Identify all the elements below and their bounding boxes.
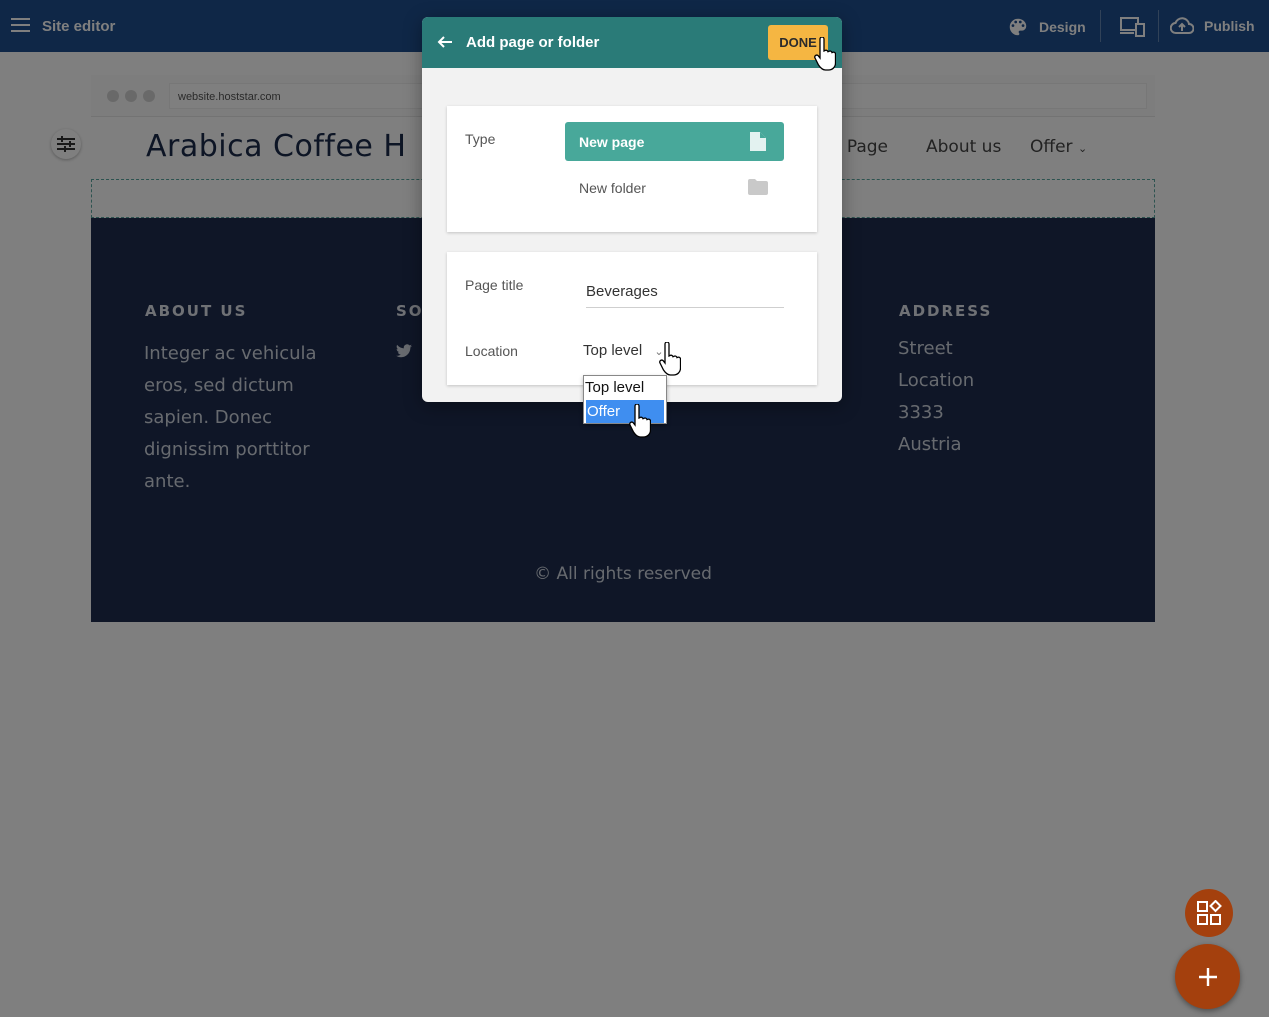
- widgets-icon: [1197, 900, 1222, 925]
- page-title-label: Page title: [465, 277, 524, 293]
- details-card: Page title Location Top level ⌄: [447, 252, 817, 385]
- new-page-option[interactable]: New page: [565, 122, 784, 161]
- hand-cursor-icon: [629, 404, 651, 438]
- folder-icon: [748, 179, 768, 195]
- back-arrow-icon[interactable]: [436, 33, 454, 51]
- hand-cursor-icon: [814, 37, 836, 71]
- plus-icon: [1198, 967, 1217, 986]
- type-label: Type: [465, 131, 496, 147]
- dialog-title: Add page or folder: [466, 34, 600, 51]
- location-dropdown-list: Top level Offer: [583, 375, 667, 424]
- dialog-header: Add page or folder DONE: [422, 17, 842, 68]
- new-folder-option[interactable]: New folder: [565, 171, 784, 201]
- new-folder-label: New folder: [579, 180, 646, 196]
- new-page-label: New page: [579, 134, 645, 150]
- location-select-value: Top level: [583, 342, 643, 359]
- widgets-fab[interactable]: [1185, 889, 1233, 937]
- page-title-input[interactable]: [586, 276, 784, 308]
- add-page-dialog: Add page or folder DONE Type New page Ne…: [422, 17, 842, 402]
- add-fab[interactable]: [1175, 944, 1240, 1009]
- location-option-top-level[interactable]: Top level: [584, 376, 666, 399]
- location-select[interactable]: Top level ⌄: [583, 342, 664, 359]
- location-option-offer[interactable]: Offer: [586, 400, 664, 423]
- hand-cursor-icon: [659, 342, 681, 376]
- location-label: Location: [465, 343, 518, 359]
- type-card: Type New page New folder: [447, 106, 817, 232]
- document-icon: [750, 132, 766, 151]
